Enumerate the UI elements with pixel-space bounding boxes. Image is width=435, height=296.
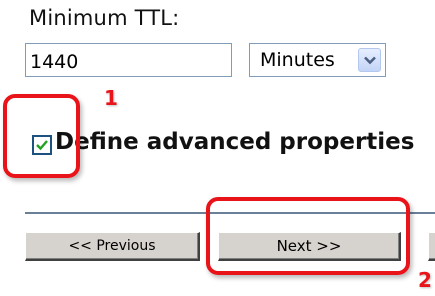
minimum-ttl-label: Minimum TTL: bbox=[29, 6, 180, 30]
chevron-down-icon bbox=[364, 56, 376, 65]
previous-button[interactable]: << Previous bbox=[25, 232, 200, 261]
callout-number-1: 1 bbox=[104, 86, 118, 110]
callout-box-next-button bbox=[206, 197, 410, 275]
callout-box-checkbox bbox=[3, 94, 80, 178]
partial-button-edge[interactable] bbox=[428, 232, 435, 261]
ttl-unit-select[interactable]: Minutes bbox=[249, 43, 386, 77]
dropdown-arrow-button[interactable] bbox=[358, 48, 381, 72]
callout-number-2: 2 bbox=[418, 268, 432, 292]
minimum-ttl-input[interactable] bbox=[25, 43, 232, 77]
advanced-properties-label[interactable]: Define advanced properties bbox=[55, 129, 414, 155]
ttl-unit-selected-value: Minutes bbox=[260, 49, 335, 71]
